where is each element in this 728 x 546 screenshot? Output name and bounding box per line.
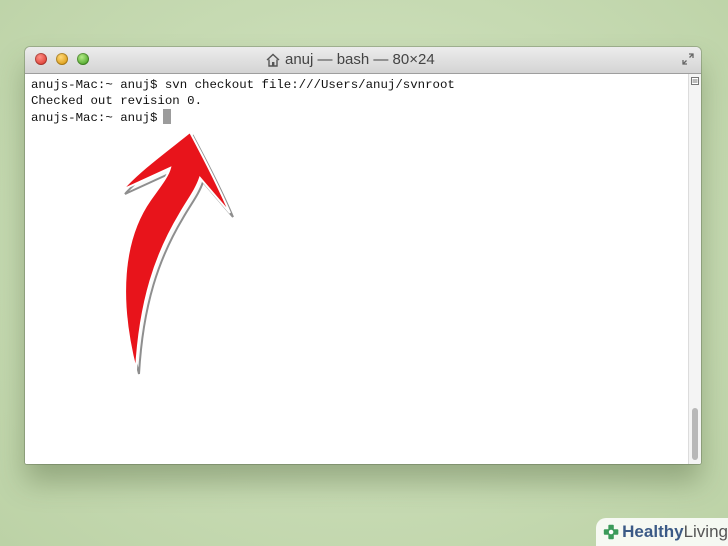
minimize-button[interactable]	[56, 53, 68, 65]
watermark-text: HealthyLiving	[622, 522, 728, 541]
text-cursor	[163, 109, 172, 124]
fullscreen-icon[interactable]	[681, 52, 695, 66]
terminal-prompt-line: anujs-Mac:~ anuj$	[31, 109, 172, 125]
close-button[interactable]	[35, 53, 47, 65]
terminal-window: anuj — bash — 80×24 anujs-Mac:~ anuj$ sv…	[25, 47, 701, 464]
watermark: HealthyLiving	[596, 518, 728, 546]
vertical-scrollbar[interactable]	[688, 74, 701, 464]
window-title-text: anuj — bash — 80×24	[285, 51, 435, 68]
terminal-output[interactable]: anujs-Mac:~ anuj$ svn checkout file:///U…	[25, 74, 689, 464]
screenshot-stage: anuj — bash — 80×24 anujs-Mac:~ anuj$ sv…	[0, 0, 728, 546]
plus-leaf-icon	[603, 524, 619, 540]
home-icon	[266, 53, 280, 67]
zoom-button[interactable]	[77, 53, 89, 65]
terminal-prompt: anujs-Mac:~ anuj$	[31, 111, 158, 125]
window-title: anuj — bash — 80×24	[265, 51, 435, 69]
title-bar[interactable]: anuj — bash — 80×24	[25, 47, 701, 74]
scrollbar-thumb[interactable]	[692, 408, 698, 460]
split-pane-icon[interactable]	[691, 77, 699, 85]
terminal-line: anujs-Mac:~ anuj$ svn checkout file:///U…	[31, 78, 455, 92]
terminal-line: Checked out revision 0.	[31, 94, 203, 108]
